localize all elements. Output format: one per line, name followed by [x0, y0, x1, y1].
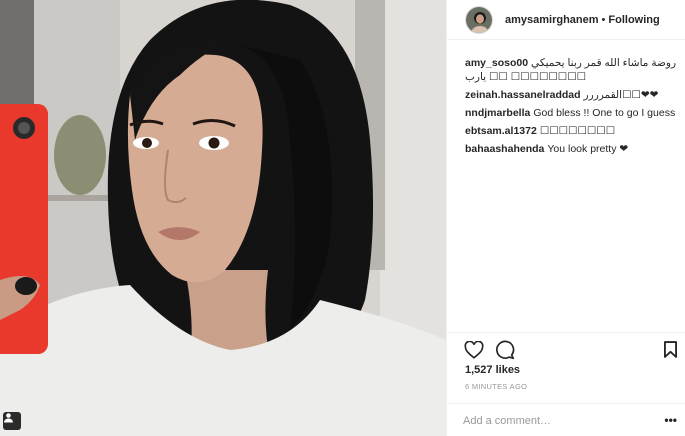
- following-button[interactable]: Following: [608, 14, 659, 26]
- likes-count[interactable]: 1,527 likes: [465, 364, 520, 376]
- comment-text: God bless !! One to go I guess: [533, 107, 676, 119]
- separator-dot: •: [601, 13, 606, 26]
- more-options-button[interactable]: •••: [664, 414, 677, 426]
- comment-author[interactable]: nndjmarbella: [465, 107, 530, 119]
- bookmark-icon[interactable]: [664, 341, 677, 363]
- comment-item: amy_soso00 روضة ماشاء الله قمر ربنا يحميك…: [465, 56, 680, 84]
- post-actions: 1,527 likes 6 MINUTES AGO •••: [447, 332, 685, 436]
- header-text: amysamirghanem • Following: [505, 14, 660, 26]
- person-tag-icon[interactable]: [3, 412, 21, 430]
- author-username[interactable]: amysamirghanem: [505, 14, 599, 26]
- comment-author[interactable]: zeinah.hassanelraddad: [465, 89, 581, 101]
- comment-text: ☐☐☐☐☐☐☐☐: [539, 125, 616, 137]
- post-timestamp[interactable]: 6 MINUTES AGO: [465, 382, 527, 391]
- post-side-panel: amysamirghanem • Following amy_soso00 روضة …: [446, 0, 685, 436]
- comment-author[interactable]: bahaashahenda: [465, 143, 544, 155]
- comment-item: ebtsam.al1372 ☐☐☐☐☐☐☐☐: [465, 124, 680, 138]
- comment-author[interactable]: amy_soso00: [465, 57, 528, 69]
- comment-text: You look pretty ❤: [547, 143, 629, 155]
- comment-text: القمرررر☐☐❤❤: [583, 89, 659, 101]
- comment-item: bahaashahenda You look pretty ❤: [465, 142, 680, 156]
- comment-item: zeinah.hassanelraddad القمرررر☐☐❤❤: [465, 88, 680, 102]
- comment-list: amy_soso00 روضة ماشاء الله قمر ربنا يحميك…: [465, 56, 680, 160]
- heart-icon[interactable]: [464, 340, 484, 364]
- post-header: amysamirghanem • Following: [447, 0, 685, 40]
- post-image: [0, 0, 446, 436]
- post-photo[interactable]: [0, 0, 446, 436]
- add-comment-bar: •••: [447, 403, 685, 436]
- comment-author[interactable]: ebtsam.al1372: [465, 125, 537, 137]
- avatar[interactable]: [465, 5, 493, 34]
- add-comment-input[interactable]: [463, 412, 643, 430]
- comment-item: nndjmarbella God bless !! One to go I gue…: [465, 106, 680, 120]
- speech-bubble-icon[interactable]: [495, 340, 515, 365]
